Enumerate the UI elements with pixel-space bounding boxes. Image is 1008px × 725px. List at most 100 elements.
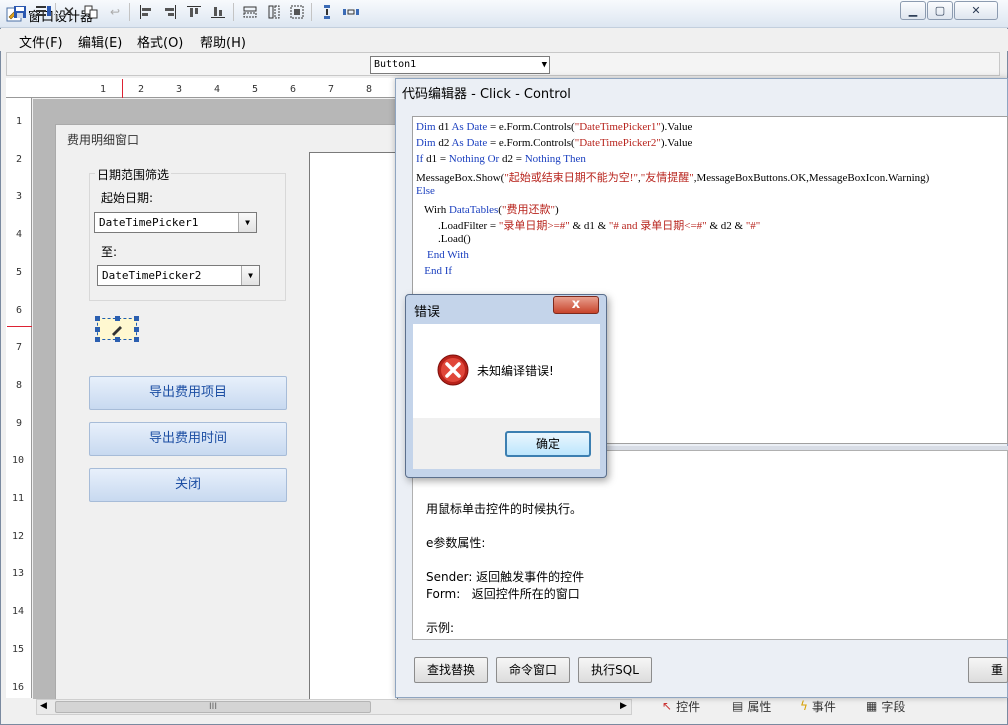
code-keyword: As bbox=[451, 121, 467, 133]
form-right-pane[interactable] bbox=[309, 152, 398, 700]
code-keyword: Date bbox=[466, 121, 488, 133]
copy-icon[interactable] bbox=[83, 4, 99, 20]
scroll-right-icon[interactable]: ▶ bbox=[620, 701, 627, 711]
horizontal-spacing-icon[interactable] bbox=[343, 4, 359, 20]
resize-handle[interactable] bbox=[134, 337, 139, 342]
menu-file[interactable]: 文件(F) bbox=[19, 32, 63, 51]
align-left-icon[interactable] bbox=[138, 4, 154, 20]
code-string: "友情提醒" bbox=[640, 172, 694, 184]
menu-edit[interactable]: 编辑(E) bbox=[78, 32, 122, 51]
same-size-icon[interactable] bbox=[289, 4, 305, 20]
code-text: Wirh bbox=[416, 204, 449, 216]
code-keyword: Nothing bbox=[448, 153, 488, 165]
same-width-icon[interactable] bbox=[242, 4, 258, 20]
close-window-button[interactable]: ✕ bbox=[954, 1, 998, 20]
align-top-icon[interactable] bbox=[186, 4, 202, 20]
code-line: Dim d2 As Date = e.Form.Controls("DateTi… bbox=[416, 137, 692, 149]
tab-order-icon[interactable] bbox=[36, 4, 52, 20]
code-text: & d2 & bbox=[706, 220, 746, 232]
align-bottom-icon[interactable] bbox=[210, 4, 226, 20]
start-date-label: 起始日期: bbox=[101, 191, 154, 205]
help-line: 示例: bbox=[426, 621, 455, 635]
ruler-tick-label: 12 bbox=[12, 530, 25, 542]
control-selector-dropdown[interactable]: Button1 ▼ bbox=[370, 56, 550, 74]
code-line: Wirh DataTables("费用还款") bbox=[416, 201, 559, 217]
ruler-tick-label: 2 bbox=[138, 84, 145, 95]
error-dialog-close-button[interactable]: x bbox=[553, 296, 599, 314]
align-right-icon[interactable] bbox=[162, 4, 178, 20]
ruler-tick-label: 3 bbox=[16, 191, 23, 203]
ruler-tick-label: 7 bbox=[16, 342, 23, 354]
chevron-down-icon[interactable]: ▼ bbox=[241, 266, 259, 285]
start-date-picker[interactable]: DateTimePicker1 ▼ bbox=[94, 212, 257, 233]
resize-handle[interactable] bbox=[134, 327, 139, 332]
relogin-button[interactable]: 重登 bbox=[968, 657, 1008, 683]
code-text: = e.Form.Controls( bbox=[487, 137, 575, 149]
tab-controls-label: 控件 bbox=[676, 699, 701, 714]
close-form-button[interactable]: 关闭 bbox=[89, 468, 287, 502]
control-selector-value: Button1 bbox=[374, 59, 417, 70]
resize-handle[interactable] bbox=[134, 316, 139, 321]
chevron-down-icon[interactable]: ▼ bbox=[238, 213, 256, 232]
code-line: .Load() bbox=[416, 233, 471, 245]
tab-fields[interactable]: ▦ 字段 bbox=[866, 697, 905, 715]
close-icon: x bbox=[571, 297, 581, 312]
paste-icon[interactable]: ↩ bbox=[107, 4, 123, 20]
ruler-tick-label: 5 bbox=[16, 266, 23, 278]
close-icon: ✕ bbox=[971, 4, 981, 17]
code-keyword: Dim bbox=[416, 137, 439, 149]
selected-control[interactable] bbox=[95, 316, 139, 342]
find-replace-button[interactable]: 查找替换 bbox=[414, 657, 488, 683]
ruler-tick-label: 15 bbox=[12, 643, 25, 655]
ok-button[interactable]: 确定 bbox=[505, 431, 591, 457]
lightning-icon: ϟ bbox=[800, 699, 808, 713]
vertical-spacing-icon[interactable] bbox=[319, 4, 335, 20]
chevron-down-icon: ▼ bbox=[541, 60, 547, 70]
resize-handle[interactable] bbox=[115, 316, 120, 321]
resize-handle[interactable] bbox=[115, 337, 120, 342]
code-string: "录单日期>=#" bbox=[498, 220, 570, 232]
menu-bar: 文件(F) 编辑(E) 格式(O) 帮助(H) bbox=[0, 29, 1008, 51]
maximize-button[interactable]: ▢ bbox=[927, 1, 953, 20]
code-keyword: Dim bbox=[416, 121, 439, 133]
end-date-picker[interactable]: DateTimePicker2 ▼ bbox=[97, 265, 260, 286]
ruler-tick-label: 8 bbox=[16, 379, 23, 391]
code-keyword: Or bbox=[487, 153, 502, 165]
minimize-button[interactable]: ▁ bbox=[900, 1, 926, 20]
tab-controls[interactable]: ↖ 控件 bbox=[662, 697, 700, 715]
code-line: Dim d1 As Date = e.Form.Controls("DateTi… bbox=[416, 121, 692, 133]
cut-icon[interactable]: ✕ bbox=[61, 3, 77, 21]
code-text: & d1 & bbox=[569, 220, 609, 232]
ruler-tick-label: 16 bbox=[12, 681, 25, 693]
tab-events[interactable]: ϟ 事件 bbox=[800, 697, 836, 715]
code-string: "起始或结束日期不能为空!" bbox=[504, 172, 638, 184]
toolbar-separator bbox=[311, 3, 312, 21]
ruler-cursor-marker bbox=[122, 79, 123, 98]
scrollbar-thumb[interactable]: III bbox=[55, 701, 371, 713]
help-line: Sender: 返回触发事件的控件 bbox=[426, 570, 585, 584]
execute-sql-button[interactable]: 执行SQL bbox=[578, 657, 652, 683]
same-height-icon[interactable] bbox=[266, 4, 282, 20]
scroll-left-icon[interactable]: ◀ bbox=[40, 701, 47, 711]
code-line: End With bbox=[416, 249, 469, 261]
tab-properties[interactable]: ▤ 属性 bbox=[732, 697, 771, 715]
code-text: ,MessageBoxButtons.OK,MessageBoxIcon.War… bbox=[693, 172, 930, 184]
help-line: Form: 返回控件所在的窗口 bbox=[426, 587, 580, 601]
ruler-tick-label: 13 bbox=[12, 568, 25, 580]
pointer-icon: ↖ bbox=[662, 699, 673, 713]
command-window-button[interactable]: 命令窗口 bbox=[496, 657, 570, 683]
save-icon[interactable] bbox=[12, 4, 28, 20]
code-text: d2 = bbox=[501, 153, 525, 165]
menu-format[interactable]: 格式(O) bbox=[137, 32, 183, 51]
resize-handle[interactable] bbox=[95, 337, 100, 342]
code-keyword: If bbox=[416, 153, 427, 165]
code-line: Else bbox=[416, 185, 435, 197]
export-items-button[interactable]: 导出费用项目 bbox=[89, 376, 287, 410]
code-keyword: DataTables bbox=[448, 204, 499, 216]
resize-handle[interactable] bbox=[95, 316, 100, 321]
export-time-button[interactable]: 导出费用时间 bbox=[89, 422, 287, 456]
minimize-icon: ▁ bbox=[908, 4, 918, 17]
menu-help[interactable]: 帮助(H) bbox=[200, 32, 246, 51]
resize-handle[interactable] bbox=[95, 327, 100, 332]
end-date-picker-value: DateTimePicker2 bbox=[102, 269, 202, 282]
